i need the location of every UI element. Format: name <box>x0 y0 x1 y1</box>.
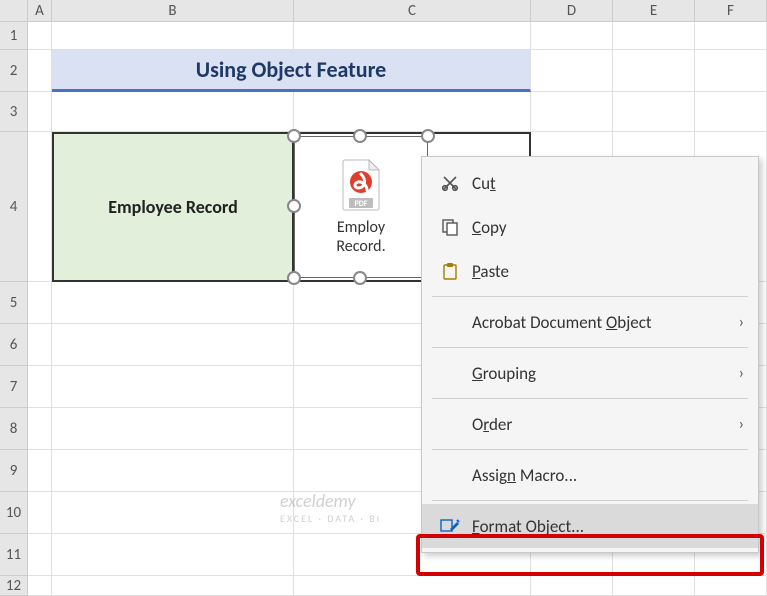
title-cell[interactable]: Using Object Feature <box>52 50 531 92</box>
cell[interactable] <box>531 50 613 92</box>
row-header-5[interactable]: 5 <box>0 282 28 324</box>
context-menu: Cut Copy Paste Acrobat Document Object ›… <box>421 156 759 553</box>
submenu-arrow-icon: › <box>739 313 744 332</box>
cell[interactable] <box>28 366 52 408</box>
menu-label: Acrobat Document Object <box>464 312 739 333</box>
watermark: exceldemy EXCEL · DATA · BI <box>280 490 381 525</box>
menu-label: Assign Macro... <box>464 465 744 486</box>
cell[interactable] <box>28 92 52 132</box>
col-header-d[interactable]: D <box>531 0 613 21</box>
cell[interactable] <box>52 92 294 132</box>
cell[interactable] <box>294 92 531 132</box>
cell[interactable] <box>52 366 294 408</box>
cell[interactable] <box>28 282 52 324</box>
cell[interactable] <box>613 92 695 132</box>
col-header-e[interactable]: E <box>613 0 695 21</box>
cell[interactable] <box>613 576 695 596</box>
copy-icon <box>436 218 464 236</box>
cell[interactable] <box>52 282 294 324</box>
cell[interactable] <box>52 22 294 50</box>
cell[interactable] <box>52 324 294 366</box>
cell[interactable] <box>52 576 294 596</box>
cell[interactable] <box>52 534 294 576</box>
menu-paste[interactable]: Paste <box>422 249 758 293</box>
menu-label: Format Object... <box>464 516 744 537</box>
cell[interactable] <box>695 22 767 50</box>
cell[interactable] <box>695 50 767 92</box>
col-header-f[interactable]: F <box>695 0 767 21</box>
menu-acrobat-object[interactable]: Acrobat Document Object › <box>422 300 758 344</box>
embedded-pdf-object[interactable]: PDF EmployRecord. <box>294 136 428 278</box>
resize-handle[interactable] <box>287 271 301 285</box>
cell[interactable] <box>531 22 613 50</box>
resize-handle[interactable] <box>353 129 367 143</box>
column-headers: A B C D E F <box>0 0 767 22</box>
row-header-2[interactable]: 2 <box>0 50 28 92</box>
cell[interactable] <box>28 450 52 492</box>
cell[interactable] <box>52 408 294 450</box>
cell[interactable] <box>28 50 52 92</box>
row-header-3[interactable]: 3 <box>0 92 28 132</box>
cell[interactable] <box>531 92 613 132</box>
row-header-10[interactable]: 10 <box>0 492 28 534</box>
resize-handle[interactable] <box>287 199 301 213</box>
menu-label: Copy <box>464 217 744 238</box>
cut-icon <box>436 174 464 192</box>
resize-handle[interactable] <box>287 129 301 143</box>
row-header-4[interactable]: 4 <box>0 132 28 282</box>
menu-grouping[interactable]: Grouping › <box>422 351 758 395</box>
cell[interactable] <box>613 50 695 92</box>
submenu-arrow-icon: › <box>739 415 744 434</box>
menu-format-object[interactable]: Format Object... <box>422 504 758 548</box>
cell[interactable] <box>28 492 52 534</box>
col-header-b[interactable]: B <box>52 0 294 21</box>
menu-order[interactable]: Order › <box>422 402 758 446</box>
cell[interactable] <box>613 22 695 50</box>
menu-separator <box>432 296 748 297</box>
row-header-9[interactable]: 9 <box>0 450 28 492</box>
row-header-6[interactable]: 6 <box>0 324 28 366</box>
cell[interactable] <box>28 576 52 596</box>
cell[interactable] <box>695 92 767 132</box>
submenu-arrow-icon: › <box>739 364 744 383</box>
menu-label: Paste <box>464 261 744 282</box>
menu-separator <box>432 449 748 450</box>
cell[interactable] <box>52 492 294 534</box>
row-header-7[interactable]: 7 <box>0 366 28 408</box>
row-header-12[interactable]: 12 <box>0 576 28 596</box>
menu-separator <box>432 398 748 399</box>
resize-handle[interactable] <box>421 129 435 143</box>
cell[interactable] <box>52 450 294 492</box>
row-header-8[interactable]: 8 <box>0 408 28 450</box>
col-header-c[interactable]: C <box>294 0 531 21</box>
menu-assign-macro[interactable]: Assign Macro... <box>422 453 758 497</box>
menu-cut[interactable]: Cut <box>422 161 758 205</box>
menu-copy[interactable]: Copy <box>422 205 758 249</box>
row-header-1[interactable]: 1 <box>0 22 28 50</box>
menu-label: Order <box>464 414 739 435</box>
format-object-icon <box>436 517 464 535</box>
menu-label: Grouping <box>464 363 739 384</box>
resize-handle[interactable] <box>353 271 367 285</box>
cell[interactable] <box>28 132 52 282</box>
cell[interactable] <box>28 534 52 576</box>
cell[interactable] <box>294 576 531 596</box>
cell[interactable] <box>28 324 52 366</box>
cell[interactable] <box>28 22 52 50</box>
menu-label: Cut <box>464 173 744 194</box>
row-header-11[interactable]: 11 <box>0 534 28 576</box>
svg-text:PDF: PDF <box>355 199 368 209</box>
col-header-a[interactable]: A <box>28 0 52 21</box>
cell[interactable] <box>531 576 613 596</box>
cell[interactable] <box>294 22 531 50</box>
menu-separator <box>432 500 748 501</box>
employee-record-cell[interactable]: Employee Record <box>52 132 294 282</box>
pdf-file-icon: PDF <box>339 158 383 212</box>
cell[interactable] <box>28 408 52 450</box>
select-all-corner[interactable] <box>0 0 28 21</box>
menu-separator <box>432 347 748 348</box>
object-filename: EmployRecord. <box>336 218 385 256</box>
cell[interactable] <box>695 576 767 596</box>
paste-icon <box>436 262 464 280</box>
